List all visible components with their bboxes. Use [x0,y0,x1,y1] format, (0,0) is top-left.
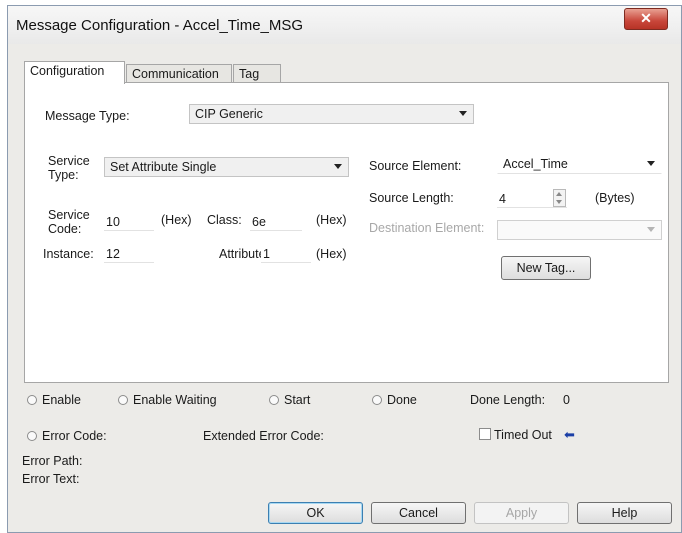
tab-tag[interactable]: Tag [233,64,281,83]
done-length-value: 0 [563,393,570,407]
error-code-label: Error Code: [42,429,107,443]
start-status: Start [284,393,311,407]
cancel-button[interactable]: Cancel [371,502,466,524]
start-radio-icon [269,395,279,405]
attribute-input[interactable]: 1 [261,243,311,263]
destination-element-select[interactable] [497,220,662,240]
service-type-select[interactable]: Set Attribute Single [104,157,349,177]
enable-waiting-status: Enable Waiting [133,393,217,407]
extended-error-code-label: Extended Error Code: [203,429,324,443]
window-title: Message Configuration - Accel_Time_MSG [16,17,304,34]
chevron-down-icon [334,164,342,169]
chevron-down-icon [647,161,655,166]
configuration-panel: Message Type: CIP Generic Service Type: … [24,82,669,383]
title-bar: Message Configuration - Accel_Time_MSG ✕ [8,6,681,44]
error-code-radio-icon [27,431,37,441]
service-type-value: Set Attribute Single [110,160,217,174]
instance-label: Instance: [43,247,94,261]
chevron-down-icon [647,227,655,232]
timed-out-label: Timed Out [494,428,552,442]
message-configuration-dialog: Message Configuration - Accel_Time_MSG ✕… [7,5,682,533]
enable-radio-icon [27,395,37,405]
service-code-unit: (Hex) [161,213,192,227]
close-icon[interactable]: ✕ [624,8,668,30]
tab-configuration[interactable]: Configuration [24,61,125,84]
arrow-left-icon: ⬅ [564,427,575,442]
error-path-label: Error Path: [22,454,83,468]
done-status: Done [387,393,417,407]
help-button[interactable]: Help [577,502,672,524]
new-tag-button[interactable]: New Tag... [501,256,591,280]
source-length-unit: (Bytes) [595,191,635,205]
service-type-label: Service Type: [48,154,90,182]
message-type-label: Message Type: [45,109,130,123]
attribute-unit: (Hex) [316,247,347,261]
tab-communication[interactable]: Communication [126,64,232,83]
destination-element-label: Destination Element: [369,221,485,235]
service-code-input[interactable]: 10 [104,211,154,231]
instance-input[interactable]: 12 [104,243,154,263]
message-type-select[interactable]: CIP Generic [189,104,474,124]
source-length-label: Source Length: [369,191,454,205]
timed-out-checkbox [479,428,491,440]
done-length-label: Done Length: [470,393,546,407]
enable-status: Enable [42,393,81,407]
error-text-label: Error Text: [22,472,80,486]
source-length-spinner[interactable] [553,189,566,207]
chevron-down-icon [459,111,467,116]
class-input[interactable]: 6e [250,211,302,231]
source-element-select[interactable]: Accel_Time [497,154,662,174]
apply-button[interactable]: Apply [474,502,569,524]
enable-waiting-radio-icon [118,395,128,405]
done-radio-icon [372,395,382,405]
spin-down-icon [556,200,562,204]
class-label: Class: [207,213,242,227]
source-element-label: Source Element: [369,159,462,173]
service-code-label: Service Code: [48,208,90,236]
source-element-value: Accel_Time [503,157,568,171]
ok-button[interactable]: OK [268,502,363,524]
spin-up-icon [556,192,562,196]
class-unit: (Hex) [316,213,347,227]
message-type-value: CIP Generic [195,107,263,121]
